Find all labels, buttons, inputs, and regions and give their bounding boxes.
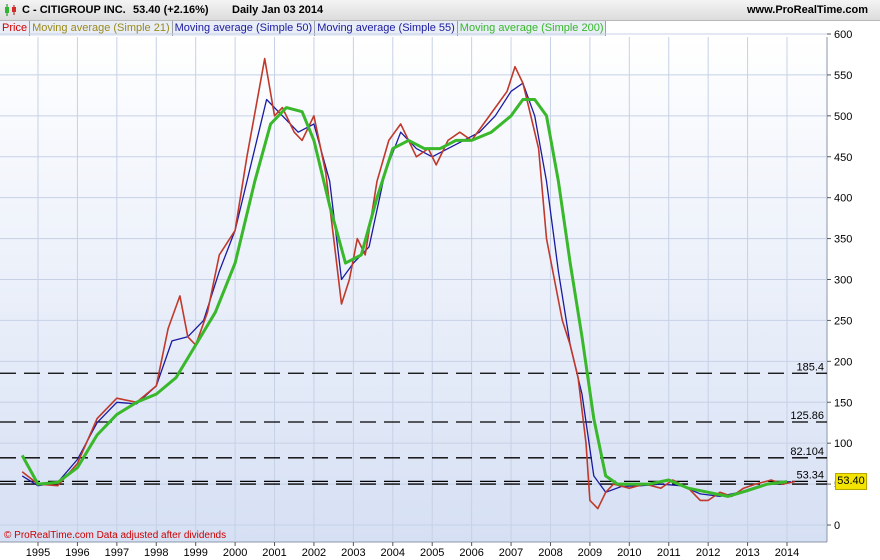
footer-note: © ProRealTime.com Data adjusted after di… [4, 530, 227, 541]
x-tick-label: 2006 [459, 547, 483, 559]
y-tick-label: 250 [834, 315, 852, 327]
x-tick-label: 2001 [262, 547, 286, 559]
support-line-label: 82.104 [790, 446, 824, 458]
y-tick-label: 550 [834, 70, 852, 82]
support-line-label: 53.34 [796, 469, 824, 481]
x-tick-label: 1999 [183, 547, 207, 559]
x-tick-label: 2010 [617, 547, 641, 559]
x-tick-label: 1995 [26, 547, 50, 559]
x-tick-label: 2013 [735, 547, 759, 559]
x-tick-label: 2008 [538, 547, 562, 559]
y-tick-label: 100 [834, 438, 852, 450]
x-tick-label: 2014 [775, 547, 799, 559]
plot-area [0, 37, 827, 542]
y-tick-label: 500 [834, 111, 852, 123]
x-tick-label: 1996 [65, 547, 89, 559]
last-price-tag: 53.40 [835, 473, 867, 490]
y-tick-label: 0 [834, 520, 840, 532]
x-tick-label: 2012 [696, 547, 720, 559]
y-tick-label: 450 [834, 152, 852, 164]
x-tick-label: 2004 [381, 547, 405, 559]
x-tick-label: 2003 [341, 547, 365, 559]
y-tick-label: 350 [834, 234, 852, 246]
y-tick-label: 400 [834, 193, 852, 205]
support-line-label: 125.86 [790, 410, 824, 422]
y-tick-label: 600 [834, 29, 852, 41]
x-tick-label: 1998 [144, 547, 168, 559]
x-tick-label: 2002 [302, 547, 326, 559]
y-tick-label: 300 [834, 275, 852, 287]
x-tick-label: 1997 [105, 547, 129, 559]
y-tick-label: 150 [834, 397, 852, 409]
x-tick-label: 2007 [499, 547, 523, 559]
x-tick-label: 2005 [420, 547, 444, 559]
x-tick-label: 2009 [578, 547, 602, 559]
x-tick-label: 2000 [223, 547, 247, 559]
x-tick-label: 2011 [657, 547, 681, 559]
support-line-label: 185.4 [796, 361, 824, 373]
price-chart[interactable]: 185.4125.8682.10453.34 05010015020025030… [0, 0, 880, 560]
y-tick-label: 200 [834, 356, 852, 368]
